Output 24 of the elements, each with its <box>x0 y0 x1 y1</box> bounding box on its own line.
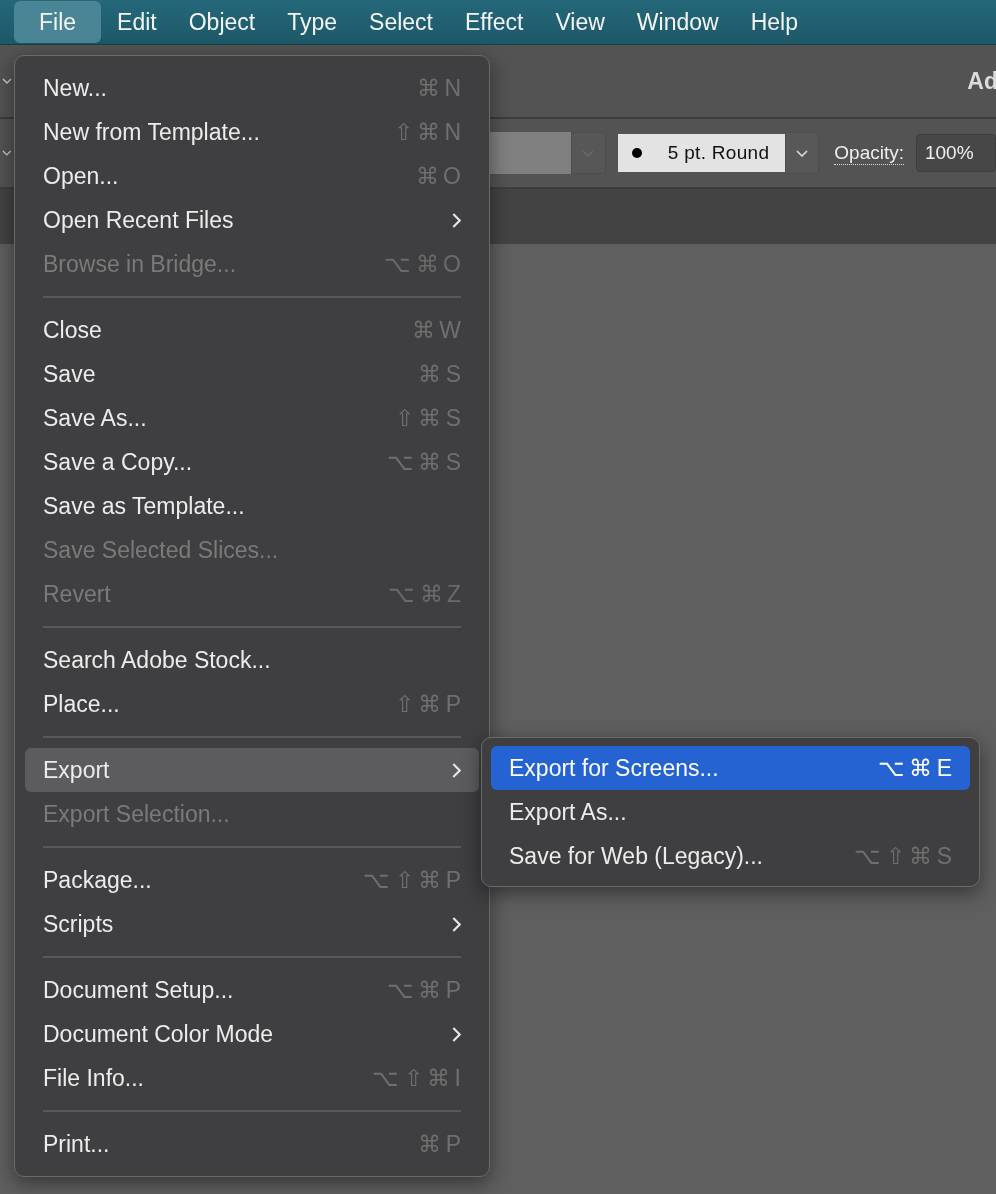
chevron-icon[interactable] <box>2 150 12 156</box>
dropdown-button[interactable] <box>784 132 820 174</box>
menu-item[interactable]: Scripts <box>25 902 479 946</box>
menu-bar-item[interactable]: Effect <box>449 1 540 43</box>
menu-item[interactable]: Search Adobe Stock... <box>25 638 479 682</box>
menu-bar-item[interactable]: Help <box>734 1 814 43</box>
menu-bar-item[interactable]: View <box>539 1 621 43</box>
menu-bar-item[interactable]: Edit <box>101 1 173 43</box>
chevron-icon[interactable] <box>2 78 12 84</box>
menu-item[interactable]: Save as Template... <box>25 484 479 528</box>
opacity-label[interactable]: Opacity: <box>834 141 904 165</box>
menu-item[interactable]: Document Color Mode <box>25 1012 479 1056</box>
menu-item[interactable]: Export <box>25 748 479 792</box>
menu-bar-item[interactable]: Object <box>172 1 272 43</box>
opacity-field[interactable]: 100% <box>916 134 996 172</box>
menu-bar-item[interactable]: Select <box>353 1 449 43</box>
app-title: Ad <box>967 67 996 95</box>
caret-icon <box>795 149 808 157</box>
menu-bar-item[interactable]: File <box>14 1 102 43</box>
menu-item[interactable]: Export As... <box>491 790 970 834</box>
menu-bar-item[interactable]: Window <box>620 1 735 43</box>
menu-bar-item[interactable]: Type <box>271 1 354 43</box>
stroke-profile-field[interactable]: 5 pt. Round <box>617 134 785 172</box>
menu-item[interactable]: Export for Screens... ⌥ ⌘ E <box>491 746 970 790</box>
